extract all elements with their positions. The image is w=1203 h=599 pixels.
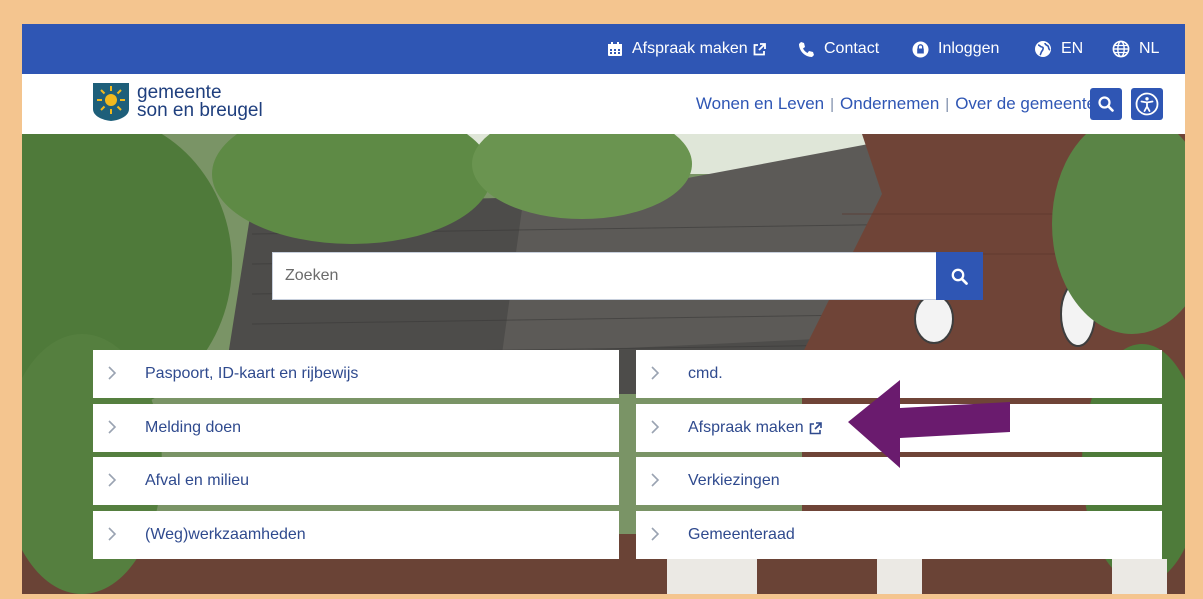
tile-label: Gemeenteraad	[688, 526, 795, 543]
tile-melding-doen[interactable]: Melding doen	[93, 404, 619, 452]
topbar-contact-link[interactable]: Contact	[798, 24, 879, 74]
chevron-right-icon	[651, 473, 660, 487]
nav-separator: |	[830, 95, 835, 113]
main-nav: Wonen en Leven | Ondernemen | Over de ge…	[696, 74, 1096, 134]
chevron-right-icon	[651, 420, 660, 434]
tile-label: Verkiezingen	[688, 472, 780, 489]
chevron-right-icon	[108, 527, 117, 541]
topbar-en-link[interactable]: EN	[1034, 24, 1083, 74]
accessibility-icon	[1135, 92, 1159, 116]
external-link-icon	[753, 42, 766, 55]
site-logo[interactable]: gemeente son en breugel	[93, 83, 263, 121]
search-input[interactable]	[273, 253, 961, 299]
tile-label: Afval en milieu	[145, 472, 250, 489]
nav-wonen-en-leven[interactable]: Wonen en Leven	[696, 94, 824, 114]
globe-icon	[1035, 41, 1051, 57]
nav-separator: |	[945, 95, 950, 113]
topbar-nl-link[interactable]: NL	[1112, 24, 1159, 74]
topbar-afspraak-label: Afspraak maken	[632, 40, 748, 57]
topbar-contact-label: Contact	[824, 40, 880, 57]
nav-ondernemen[interactable]: Ondernemen	[840, 94, 939, 114]
accessibility-button[interactable]	[1131, 88, 1163, 120]
header-search-button[interactable]	[1090, 88, 1122, 120]
tile-afval-en-milieu[interactable]: Afval en milieu	[93, 457, 619, 505]
phone-icon	[799, 41, 814, 57]
utility-bar: Afspraak maken Contact Inloggen EN NL	[22, 24, 1185, 74]
topbar-inloggen-label: Inloggen	[938, 40, 1000, 57]
logo-wordmark: gemeente son en breugel	[137, 83, 263, 121]
chevron-right-icon	[108, 473, 117, 487]
chevron-right-icon	[651, 527, 660, 541]
calendar-icon	[608, 42, 622, 56]
logo-line-2: son en breugel	[137, 100, 263, 121]
search-submit-button[interactable]	[936, 252, 983, 300]
chevron-right-icon	[108, 420, 117, 434]
chevron-right-icon	[651, 366, 660, 380]
tile-label: Melding doen	[145, 419, 242, 436]
tile-label-with-external: Afspraak maken	[688, 404, 822, 452]
tile-gemeenteraad[interactable]: Gemeenteraad	[636, 511, 1162, 559]
external-link-icon	[809, 421, 822, 434]
search-icon	[951, 268, 968, 285]
tile-label: cmd.	[688, 365, 723, 382]
tile-paspoort[interactable]: Paspoort, ID-kaart en rijbewijs	[93, 350, 619, 398]
browser-page: Afspraak maken Contact Inloggen EN NL ge…	[22, 24, 1185, 594]
topbar-nl-label: NL	[1139, 40, 1160, 57]
topbar-afspraak-link[interactable]: Afspraak maken	[607, 24, 775, 74]
globe-icon	[1112, 40, 1130, 58]
purple-arrow-annotation	[848, 380, 1010, 468]
topbar-inloggen-link[interactable]: Inloggen	[912, 24, 999, 74]
search-icon	[1098, 96, 1114, 112]
lock-icon	[912, 41, 929, 57]
hero-search-bar	[272, 252, 983, 300]
tile-label: Paspoort, ID-kaart en rijbewijs	[145, 365, 359, 382]
tile-label: Afspraak maken	[688, 419, 804, 436]
nav-over-de-gemeente[interactable]: Over de gemeente	[955, 94, 1096, 114]
hero-banner: Paspoort, ID-kaart en rijbewijs Melding …	[22, 134, 1185, 594]
tile-label: (Weg)werkzaamheden	[145, 526, 306, 543]
tile-wegwerkzaamheden[interactable]: (Weg)werkzaamheden	[93, 511, 619, 559]
site-header: gemeente son en breugel Wonen en Leven |…	[22, 74, 1185, 134]
chevron-right-icon	[108, 366, 117, 380]
sun-logo-icon	[93, 83, 129, 121]
topbar-en-label: EN	[1061, 40, 1084, 57]
